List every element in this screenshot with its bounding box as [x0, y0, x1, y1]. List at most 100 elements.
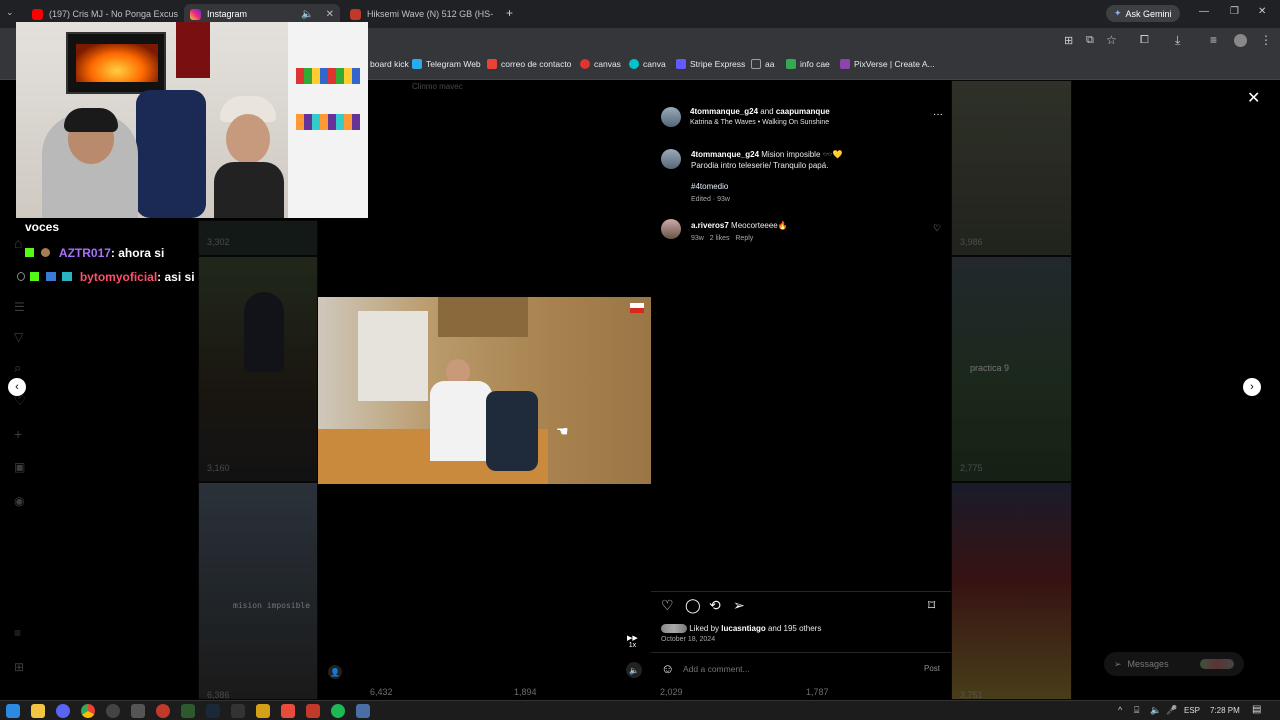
bookmark-item[interactable]: Telegram Web	[412, 59, 481, 69]
comment-like-icon[interactable]: ♡	[933, 223, 941, 234]
app-icon[interactable]	[156, 704, 170, 718]
post-comment-button[interactable]: Post	[924, 664, 940, 673]
more-options-icon[interactable]: ···	[933, 109, 943, 120]
start-icon[interactable]	[6, 704, 20, 718]
app-icon[interactable]	[306, 704, 320, 718]
badge-icon	[62, 272, 73, 281]
bookmark-item[interactable]: correo de contacto	[487, 59, 571, 69]
menu-icon[interactable]: ⋮	[1260, 33, 1272, 47]
gmail-icon	[487, 59, 497, 69]
tab-instagram[interactable]: Instagram 🔈 ✕	[184, 4, 340, 24]
messages-button[interactable]: ➢ Messages	[1104, 652, 1244, 676]
kick-badge-icon	[25, 248, 34, 257]
close-window-icon[interactable]: ✕	[1258, 6, 1266, 17]
info-icon	[786, 59, 796, 69]
comment-likes[interactable]: 2 likes	[710, 235, 730, 242]
app-icon[interactable]	[356, 704, 370, 718]
ask-gemini-button[interactable]: ✦ Ask Gemini	[1106, 5, 1180, 22]
instagram-icon	[190, 8, 201, 20]
share-icon[interactable]: ➢	[733, 597, 745, 614]
like-icon[interactable]: ♡	[661, 597, 674, 614]
media-icon[interactable]: ≡	[1210, 33, 1217, 47]
bookmark-item[interactable]: Stripe Express	[676, 59, 745, 69]
audio-track[interactable]: Katrina & The Waves • Walking On Sunshin…	[690, 119, 910, 126]
save-bookmark-icon[interactable]: ⌑	[928, 597, 935, 614]
microphone-icon[interactable]: 🎤	[1166, 705, 1177, 716]
author-username[interactable]: 4tommanque_g24	[690, 107, 758, 116]
app-icon[interactable]	[181, 704, 195, 718]
post-date: October 18, 2024	[661, 636, 716, 643]
download-icon[interactable]: ⤓	[1175, 33, 1180, 48]
close-tab-icon[interactable]: ✕	[320, 9, 334, 20]
collaborator-username[interactable]: caapumanque	[776, 107, 830, 116]
tab-search-icon[interactable]: ⌄	[6, 7, 14, 18]
face	[226, 114, 270, 164]
repost-icon[interactable]: ⟲	[709, 597, 721, 614]
gaming-chair	[136, 90, 206, 218]
profile-avatar[interactable]	[1234, 34, 1247, 47]
chat-text: : asi si	[157, 270, 195, 284]
poster	[176, 22, 210, 78]
app-icon[interactable]	[281, 704, 295, 718]
hashtag-link[interactable]: #4tomedio	[691, 182, 728, 191]
steam-icon[interactable]	[206, 704, 220, 718]
liked-by-suffix[interactable]: and 195 others	[768, 624, 821, 633]
bookmark-label: board kick	[370, 59, 409, 69]
bookmark-item[interactable]: info cae	[786, 59, 830, 69]
new-tab-button[interactable]: +	[506, 6, 513, 20]
liked-by-user[interactable]: lucasntiago	[721, 624, 765, 633]
maximize-icon[interactable]: ❐	[1230, 6, 1239, 17]
caption-username[interactable]: 4tommanque_g24	[691, 150, 759, 159]
youtube-icon	[32, 8, 43, 20]
clock[interactable]: 7:28 PM	[1210, 706, 1240, 715]
emoji-icon[interactable]: ☺	[661, 661, 674, 676]
comment-username[interactable]: a.riveros7	[691, 221, 729, 230]
avatar[interactable]	[661, 219, 681, 239]
minimize-icon[interactable]: —	[1199, 6, 1209, 17]
post-author-line: 4tommanque_g24 and caapumanque	[690, 107, 890, 116]
volume-icon[interactable]: 🔈	[1150, 705, 1161, 716]
avatar[interactable]	[661, 107, 681, 127]
likes-summary[interactable]: Liked by lucasntiago and 195 others	[661, 624, 821, 634]
bookmark-star-icon[interactable]: ☆	[1106, 33, 1117, 47]
network-icon[interactable]: ⌸	[1134, 705, 1139, 716]
obs-icon[interactable]	[106, 704, 120, 718]
bookmark-item[interactable]: canva	[629, 59, 666, 69]
avatar[interactable]	[661, 149, 681, 169]
chrome-icon[interactable]	[81, 704, 95, 718]
bookmark-item[interactable]: board kick	[370, 59, 409, 69]
bookmark-item[interactable]: PixVerse | Create A...	[840, 59, 935, 69]
close-tab-icon[interactable]: ✕	[493, 9, 496, 20]
tank-top	[214, 162, 284, 218]
file-explorer-icon[interactable]	[31, 704, 45, 718]
comment-icon[interactable]: ◯	[685, 597, 701, 614]
notifications-icon[interactable]: ▤	[1252, 704, 1261, 715]
tray-chevron-icon[interactable]: ^	[1118, 705, 1122, 715]
tagged-users-icon[interactable]: 👤	[328, 665, 342, 679]
mute-tab-icon[interactable]: 🔈	[295, 9, 313, 20]
discord-icon[interactable]	[56, 704, 70, 718]
mute-icon[interactable]: 🔈	[626, 662, 642, 678]
language-indicator[interactable]: ESP	[1184, 706, 1200, 715]
extensions-icon[interactable]: ⧠	[1140, 34, 1149, 47]
spotify-icon[interactable]	[331, 704, 345, 718]
tab-youtube[interactable]: (197) Cris MJ - No Ponga Excus ✕	[26, 4, 178, 24]
bookmark-folder[interactable]: aa	[751, 59, 774, 69]
cast-icon[interactable]: ⧉	[1086, 34, 1094, 47]
previous-post-button[interactable]: ‹	[8, 378, 26, 396]
canva-icon	[629, 59, 639, 69]
app-icon[interactable]	[231, 704, 245, 718]
comment-input[interactable]	[683, 661, 913, 677]
close-modal-icon[interactable]: ✕	[1247, 88, 1260, 108]
app-icon[interactable]	[131, 704, 145, 718]
translate-icon[interactable]: ⊞	[1064, 34, 1073, 47]
comment-time: 93w	[691, 235, 704, 242]
bookmark-item[interactable]: canvas	[580, 59, 621, 69]
badge-icon	[41, 248, 51, 257]
tab-hiksemi[interactable]: Hiksemi Wave (N) 512 GB (HS- ✕	[344, 4, 496, 24]
chat-username: bytomyoficial	[79, 270, 158, 284]
reply-button[interactable]: Reply	[735, 235, 753, 242]
speed-icon[interactable]: ▶▶ 1x	[627, 635, 638, 649]
next-post-button[interactable]: ›	[1243, 378, 1261, 396]
app-icon[interactable]	[256, 704, 270, 718]
